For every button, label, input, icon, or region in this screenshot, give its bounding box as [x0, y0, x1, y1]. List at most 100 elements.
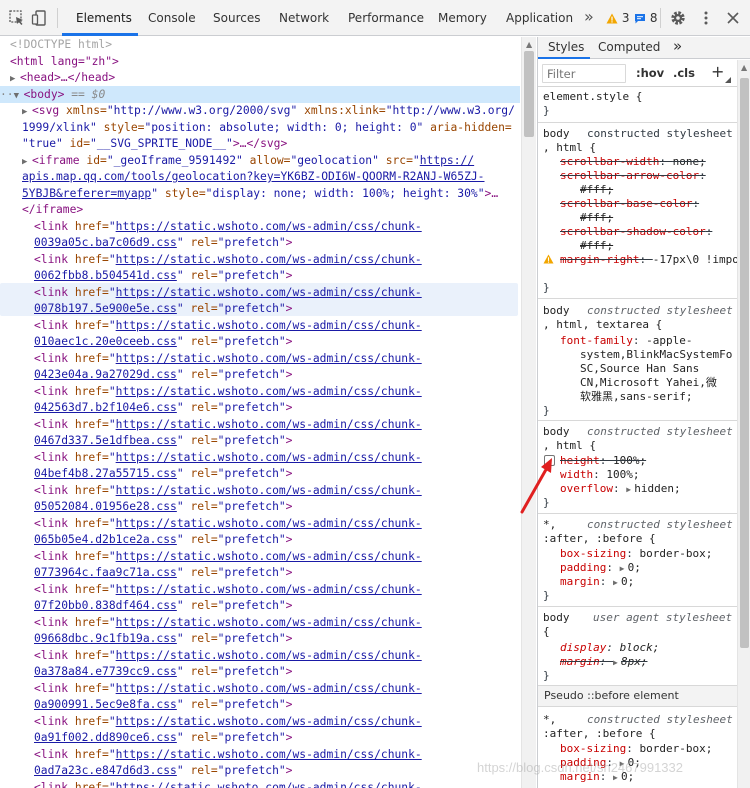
dom-link-node[interactable]: <link href="https://static.wshoto.com/ws…	[34, 417, 520, 434]
link-href-url[interactable]: 0467d337.5e1dfbea.css	[34, 434, 177, 447]
rule3-prop-overflow[interactable]: overflow: ▶ hidden;	[560, 482, 681, 497]
rule1-prop-scrollbar-shadow-color[interactable]: scrollbar-shadow-color:	[560, 225, 712, 239]
dom-link-node[interactable]: <link href="https://static.wshoto.com/ws…	[34, 681, 520, 698]
styles-scrollbar[interactable]: ▲	[737, 60, 750, 788]
dom-link-node[interactable]: <link href="https://static.wshoto.com/ws…	[34, 450, 520, 467]
link-href-url[interactable]: https://static.wshoto.com/ws-admin/css/c…	[116, 715, 422, 728]
tab-performance[interactable]: Performance	[348, 0, 424, 36]
rule2-origin[interactable]: constructed stylesheet	[587, 304, 733, 318]
link-href-url[interactable]: https://static.wshoto.com/ws-admin/css/c…	[116, 517, 422, 530]
rule1-prop-scrollbar-width[interactable]: scrollbar-width: none;	[560, 155, 706, 169]
rule3-selector[interactable]: body	[543, 425, 570, 439]
dom-iframe-node[interactable]: ▶ <iframe id="_geoIframe_9591492" allow="…	[22, 153, 520, 171]
styles-filter-input[interactable]	[542, 64, 626, 83]
link-href-url[interactable]: 04bef4b8.27a55715.css	[34, 467, 177, 480]
dom-scrollbar-thumb[interactable]	[524, 51, 534, 137]
link-href-url[interactable]: https://static.wshoto.com/ws-admin/css/c…	[116, 682, 422, 695]
dom-html-node[interactable]: <html lang="zh">	[10, 54, 520, 71]
dom-link-node[interactable]: <link href="https://static.wshoto.com/ws…	[34, 714, 520, 731]
dom-link-node[interactable]: <link href="https://static.wshoto.com/ws…	[34, 549, 520, 566]
expand-triangle-icon[interactable]: ▶	[22, 104, 32, 121]
dom-scrollbar[interactable]: ▲	[521, 37, 536, 788]
dom-link-node[interactable]: <link href="https://static.wshoto.com/ws…	[34, 285, 520, 302]
tab-application[interactable]: Application	[506, 0, 573, 36]
styles-scrollbar-thumb[interactable]	[740, 78, 749, 648]
rule4-prop-margin[interactable]: margin: ▶ 0;	[560, 575, 634, 590]
link-href-url[interactable]: https://static.wshoto.com/ws-admin/css/c…	[116, 319, 422, 332]
rule3-origin[interactable]: constructed stylesheet	[587, 425, 733, 439]
new-style-rule-button[interactable]: +	[711, 62, 724, 81]
tab-network[interactable]: Network	[279, 0, 329, 36]
tab-memory[interactable]: Memory	[438, 0, 487, 36]
tab-elements[interactable]: Elements	[76, 0, 132, 36]
link-href-url[interactable]: 0a900991.5ec9e8fa.css	[34, 698, 177, 711]
warnings-counter[interactable]: 3	[606, 11, 629, 25]
link-href-url[interactable]: 010aec1c.20e0ceeb.css	[34, 335, 177, 348]
dom-link-node[interactable]: <link href="https://static.wshoto.com/ws…	[34, 219, 520, 236]
link-href-url[interactable]: https://static.wshoto.com/ws-admin/css/c…	[116, 385, 422, 398]
dom-link-node[interactable]: <link href="https://static.wshoto.com/ws…	[34, 615, 520, 632]
dom-link-node[interactable]: <link href="https://static.wshoto.com/ws…	[34, 780, 520, 788]
link-href-url[interactable]: https://static.wshoto.com/ws-admin/css/c…	[116, 253, 422, 266]
class-toggle[interactable]: .cls	[673, 66, 695, 80]
expand-triangle-icon[interactable]: ▶	[613, 576, 621, 590]
iframe-src-link[interactable]: apis.map.qq.com/tools/geolocation?key=YK…	[22, 170, 485, 183]
tab-console[interactable]: Console	[148, 0, 196, 36]
link-href-url[interactable]: https://static.wshoto.com/ws-admin/css/c…	[116, 748, 422, 761]
link-href-url[interactable]: https://static.wshoto.com/ws-admin/css/c…	[116, 220, 422, 233]
inspect-element-icon[interactable]	[8, 9, 26, 27]
tab-styles[interactable]: Styles	[548, 37, 584, 59]
dom-body-node[interactable]: ··▼ <body> == $0	[0, 87, 518, 105]
link-href-url[interactable]: https://static.wshoto.com/ws-admin/css/c…	[116, 484, 422, 497]
link-href-url[interactable]: https://static.wshoto.com/ws-admin/css/c…	[116, 451, 422, 464]
dom-link-node[interactable]: <link href="https://static.wshoto.com/ws…	[34, 351, 520, 368]
rule1-prop-scrollbar-base-color[interactable]: scrollbar-base-color:	[560, 197, 699, 211]
dom-tree[interactable]: <!DOCTYPE html> <html lang="zh"> ▶ <head>…	[0, 37, 520, 788]
link-href-url[interactable]: https://static.wshoto.com/ws-admin/css/c…	[116, 286, 422, 299]
dom-link-node[interactable]: <link href="https://static.wshoto.com/ws…	[34, 483, 520, 500]
rule1-selector[interactable]: body	[543, 127, 570, 141]
rule6-selector[interactable]: *,	[543, 713, 556, 727]
tab-sources[interactable]: Sources	[213, 0, 260, 36]
link-href-url[interactable]: 0773964c.faa9c71a.css	[34, 566, 177, 579]
expand-triangle-icon[interactable]: ▶	[613, 656, 621, 670]
link-href-url[interactable]: 0a91f002.dd890ce6.css	[34, 731, 177, 744]
rule2-prop-font-family[interactable]: font-family: -apple-	[560, 334, 692, 348]
rule4-prop-padding[interactable]: padding: ▶ 0;	[560, 561, 641, 576]
property-toggle-checkbox[interactable]	[544, 455, 555, 466]
rule1-origin[interactable]: constructed stylesheet	[587, 127, 733, 141]
rule4-origin[interactable]: constructed stylesheet	[587, 518, 733, 532]
tab-computed[interactable]: Computed	[598, 37, 660, 59]
link-href-url[interactable]: 0039a05c.ba7c06d9.css	[34, 236, 177, 249]
link-href-url[interactable]: 0ad7a23c.e847d6d3.css	[34, 764, 177, 777]
expand-triangle-icon[interactable]: ▶	[620, 562, 628, 576]
link-href-url[interactable]: https://static.wshoto.com/ws-admin/css/c…	[116, 616, 422, 629]
link-href-url[interactable]: 065b05e4.d2b1ce2a.css	[34, 533, 177, 546]
dom-link-node[interactable]: <link href="https://static.wshoto.com/ws…	[34, 747, 520, 764]
link-href-url[interactable]: 09668dbc.9c1fb19a.css	[34, 632, 177, 645]
iframe-src-link[interactable]: https://	[420, 154, 474, 167]
more-sidebar-tabs-button[interactable]: »	[673, 37, 682, 59]
dom-link-node[interactable]: <link href="https://static.wshoto.com/ws…	[34, 648, 520, 665]
rule1-prop-margin-right[interactable]: margin-right: -17px\0 !important;	[560, 253, 750, 267]
rule3-prop-width[interactable]: width: 100%;	[560, 468, 640, 482]
link-href-url[interactable]: https://static.wshoto.com/ws-admin/css/c…	[116, 418, 422, 431]
dom-link-node[interactable]: <link href="https://static.wshoto.com/ws…	[34, 582, 520, 599]
collapse-triangle-icon[interactable]: ▼	[14, 88, 24, 105]
device-toolbar-icon[interactable]	[31, 9, 49, 27]
iframe-src-link[interactable]: 5YBJB&referer=myapp	[22, 187, 151, 200]
dom-head-node[interactable]: ▶ <head>…</head>	[10, 70, 520, 88]
hover-state-toggle[interactable]: :hov	[636, 66, 664, 80]
rule1-prop-scrollbar-arrow-color[interactable]: scrollbar-arrow-color:	[560, 169, 706, 183]
link-href-url[interactable]: 0a378a84.e7739cc9.css	[34, 665, 177, 678]
expand-triangle-icon[interactable]: ▶	[10, 71, 20, 88]
link-href-url[interactable]: https://static.wshoto.com/ws-admin/css/c…	[116, 550, 422, 563]
dom-doctype[interactable]: <!DOCTYPE html>	[10, 37, 520, 54]
link-href-url[interactable]: https://static.wshoto.com/ws-admin/css/c…	[116, 781, 422, 788]
link-href-url[interactable]: https://static.wshoto.com/ws-admin/css/c…	[116, 583, 422, 596]
element-style-rule[interactable]: element.style {	[543, 90, 642, 104]
more-tabs-button[interactable]: »	[584, 7, 594, 26]
gear-icon[interactable]	[669, 9, 687, 27]
link-href-url[interactable]: 0078b197.5e900e5e.css	[34, 302, 177, 315]
rule5-selector[interactable]: body	[543, 611, 570, 625]
